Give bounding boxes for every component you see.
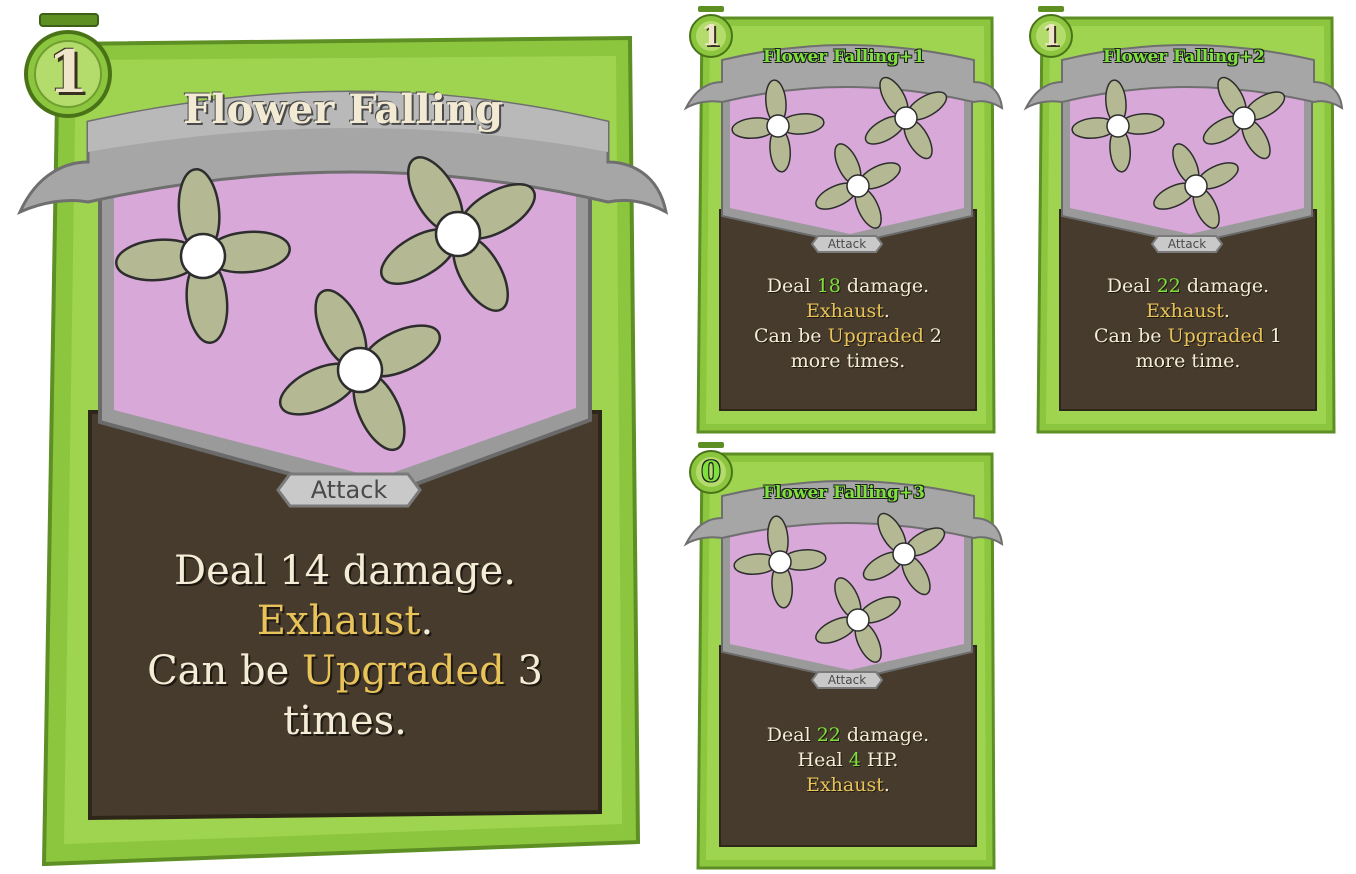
keyword-exhaust: Exhaust [806, 300, 884, 322]
desc-text: Can be [147, 648, 302, 694]
damage-value: 22 [1156, 275, 1181, 297]
card-description: Deal 14 damage. Exhaust. Can be Upgraded… [90, 546, 600, 746]
flower-icon [733, 515, 827, 609]
damage-value: 18 [816, 275, 841, 297]
card-title: Flower Falling+3 [762, 483, 926, 503]
desc-text: . [1223, 300, 1230, 322]
card-type-label: Attack [1167, 237, 1207, 251]
desc-text: damage. [330, 548, 516, 594]
desc-text: HP. [860, 749, 899, 771]
desc-text: more times. [790, 350, 906, 372]
desc-text: Deal [1106, 275, 1157, 297]
flower-icon [1202, 76, 1286, 160]
desc-text: 1 [1263, 325, 1283, 347]
damage-value: 22 [816, 724, 841, 746]
desc-text: Deal [766, 275, 817, 297]
desc-text: damage. [840, 275, 930, 297]
flower-icon [115, 168, 291, 344]
desc-text: 2 [923, 325, 943, 347]
desc-text: times. [283, 698, 407, 744]
card-title: Flower Falling [183, 86, 503, 133]
keyword-exhaust: Exhaust [256, 598, 421, 644]
portrait-art [733, 512, 946, 663]
keyword-upgraded: Upgraded [827, 325, 924, 347]
card-type-label: Attack [827, 673, 867, 687]
desc-text: Deal [766, 724, 817, 746]
card-type-label: Attack [310, 476, 388, 504]
desc-text: . [420, 598, 434, 644]
flower-icon [731, 79, 825, 173]
desc-text: Heal [797, 749, 849, 771]
card-description: Deal 22 damage. Heal 4 HP. Exhaust. [720, 723, 976, 798]
desc-text: damage. [1180, 275, 1270, 297]
card-flower-falling-plus-3[interactable]: 0 Flower Falling+3 Attack Deal 22 damage… [683, 440, 1004, 872]
flower-icon [1153, 143, 1239, 229]
heal-value: 4 [848, 749, 861, 771]
card-title: Flower Falling+1 [762, 47, 926, 67]
keyword-exhaust: Exhaust [1146, 300, 1224, 322]
keyword-upgraded: Upgraded [1167, 325, 1264, 347]
desc-text: damage. [840, 724, 930, 746]
card-description: Deal 18 damage. Exhaust. Can be Upgraded… [720, 274, 976, 374]
flower-icon [815, 143, 901, 229]
desc-text: Can be [1093, 325, 1168, 347]
flower-icon [815, 577, 901, 663]
card-description: Deal 22 damage. Exhaust. Can be Upgraded… [1060, 274, 1316, 374]
desc-text: . [883, 300, 890, 322]
desc-text: 3 [504, 648, 543, 694]
desc-text: Deal [174, 548, 280, 594]
desc-text: more time. [1135, 350, 1241, 372]
flower-icon [862, 512, 946, 596]
card-title: Flower Falling+2 [1102, 47, 1266, 67]
desc-text: Can be [753, 325, 828, 347]
desc-text: . [883, 774, 890, 796]
flower-icon [380, 156, 536, 312]
card-flower-falling-plus-2[interactable]: 1 Flower Falling+2 Attack Deal 22 damage… [1023, 4, 1344, 436]
flower-icon [1071, 79, 1165, 173]
damage-value: 14 [279, 548, 331, 594]
card-flower-falling-plus-1[interactable]: 1 Flower Falling+1 Attack Deal 18 damage… [683, 4, 1004, 436]
flower-icon [864, 76, 948, 160]
keyword-exhaust: Exhaust [806, 774, 884, 796]
card-flower-falling[interactable]: 1 Flower Falling Attack Deal 14 damage. … [16, 12, 669, 872]
flower-icon [278, 288, 442, 452]
card-type-label: Attack [827, 237, 867, 251]
keyword-upgraded: Upgraded [301, 648, 505, 694]
